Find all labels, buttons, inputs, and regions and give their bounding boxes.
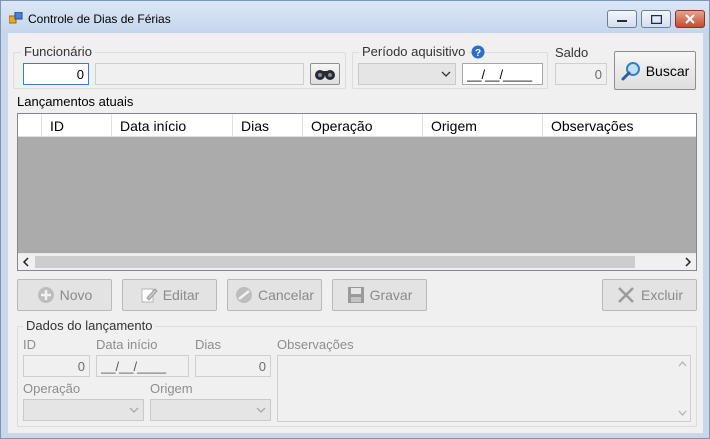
cancelar-label: Cancelar — [257, 287, 315, 303]
column-header-id[interactable]: ID — [42, 114, 112, 136]
help-icon[interactable]: ? — [471, 45, 485, 59]
gravar-label: Gravar — [369, 287, 413, 303]
lancamentos-grid[interactable]: ID Data início Dias Operação Origem Obse… — [17, 113, 697, 271]
plus-circle-icon — [37, 287, 54, 303]
window-title: Controle de Dias de Férias — [28, 12, 171, 26]
origem-combo — [150, 399, 271, 421]
excluir-button[interactable]: Excluir — [602, 279, 697, 311]
id-field — [23, 355, 90, 377]
funcionario-id-input[interactable] — [23, 63, 89, 85]
scroll-up-icon — [678, 361, 687, 367]
save-icon — [347, 287, 364, 303]
chevron-down-icon — [256, 407, 266, 413]
funcionario-nome-input — [95, 63, 304, 85]
column-header-operacao[interactable]: Operação — [303, 114, 423, 136]
binoculars-icon — [315, 70, 335, 80]
editar-label: Editar — [162, 287, 200, 303]
maximize-button[interactable] — [641, 10, 671, 28]
operacao-combo — [23, 399, 144, 421]
svg-text:?: ? — [475, 48, 481, 59]
minimize-icon — [617, 20, 627, 22]
saldo-label: Saldo — [555, 45, 589, 60]
chevron-down-icon — [441, 71, 451, 77]
minimize-button[interactable] — [607, 10, 637, 28]
row-header-cell — [18, 114, 42, 136]
maximize-icon — [650, 14, 662, 24]
grid-title: Lançamentos atuais — [17, 94, 134, 109]
data-inicio-field — [96, 355, 189, 377]
scroll-down-icon — [678, 410, 687, 416]
periodo-combo[interactable] — [358, 63, 456, 85]
novo-button[interactable]: Novo — [17, 279, 112, 311]
app-icon — [9, 12, 23, 24]
search-funcionario-button[interactable] — [310, 63, 340, 85]
scroll-left-icon[interactable] — [20, 256, 33, 268]
column-header-origem[interactable]: Origem — [423, 114, 543, 136]
delete-icon — [618, 287, 634, 303]
cancelar-button[interactable]: Cancelar — [227, 279, 322, 311]
column-header-data-inicio[interactable]: Data início — [112, 114, 233, 136]
periodo-label: Período aquisitivo — [359, 44, 469, 59]
title-bar[interactable]: Controle de Dias de Férias — [1, 1, 709, 33]
data-inicio-label: Data início — [96, 337, 158, 352]
scroll-right-icon[interactable] — [681, 256, 694, 268]
column-header-dias[interactable]: Dias — [233, 114, 303, 136]
funcionario-label: Funcionário — [21, 44, 95, 59]
grid-header: ID Data início Dias Operação Origem Obse… — [18, 114, 696, 137]
dias-field — [195, 355, 271, 377]
operacao-label: Operação — [23, 381, 81, 396]
column-header-observacoes[interactable]: Observações — [543, 114, 696, 136]
dados-lancamento-title: Dados do lançamento — [23, 318, 156, 333]
saldo-value — [555, 63, 607, 85]
cancel-icon — [235, 287, 252, 303]
magnifier-icon — [621, 61, 640, 80]
scrollbar-thumb[interactable] — [35, 256, 635, 268]
excluir-label: Excluir — [640, 287, 683, 303]
observacoes-field — [277, 355, 691, 422]
novo-label: Novo — [59, 287, 93, 303]
close-button[interactable] — [675, 10, 705, 28]
main-window: Controle de Dias de Férias Funcionário 0… — [0, 0, 710, 439]
observacoes-label: Observações — [277, 337, 354, 352]
chevron-down-icon — [129, 407, 139, 413]
origem-label: Origem — [150, 381, 193, 396]
id-label: ID — [23, 337, 36, 352]
edit-icon — [141, 288, 158, 303]
periodo-date-input[interactable] — [462, 63, 543, 85]
gravar-button[interactable]: Gravar — [332, 279, 427, 311]
dias-label: Dias — [195, 337, 222, 352]
buscar-button[interactable]: Buscar — [614, 51, 696, 90]
horizontal-scrollbar[interactable] — [18, 253, 696, 270]
close-icon — [685, 14, 695, 24]
client-area: Funcionário Período aquisitivo ? Saldo — [8, 33, 703, 433]
buscar-label: Buscar — [645, 62, 690, 79]
editar-button[interactable]: Editar — [122, 279, 217, 311]
